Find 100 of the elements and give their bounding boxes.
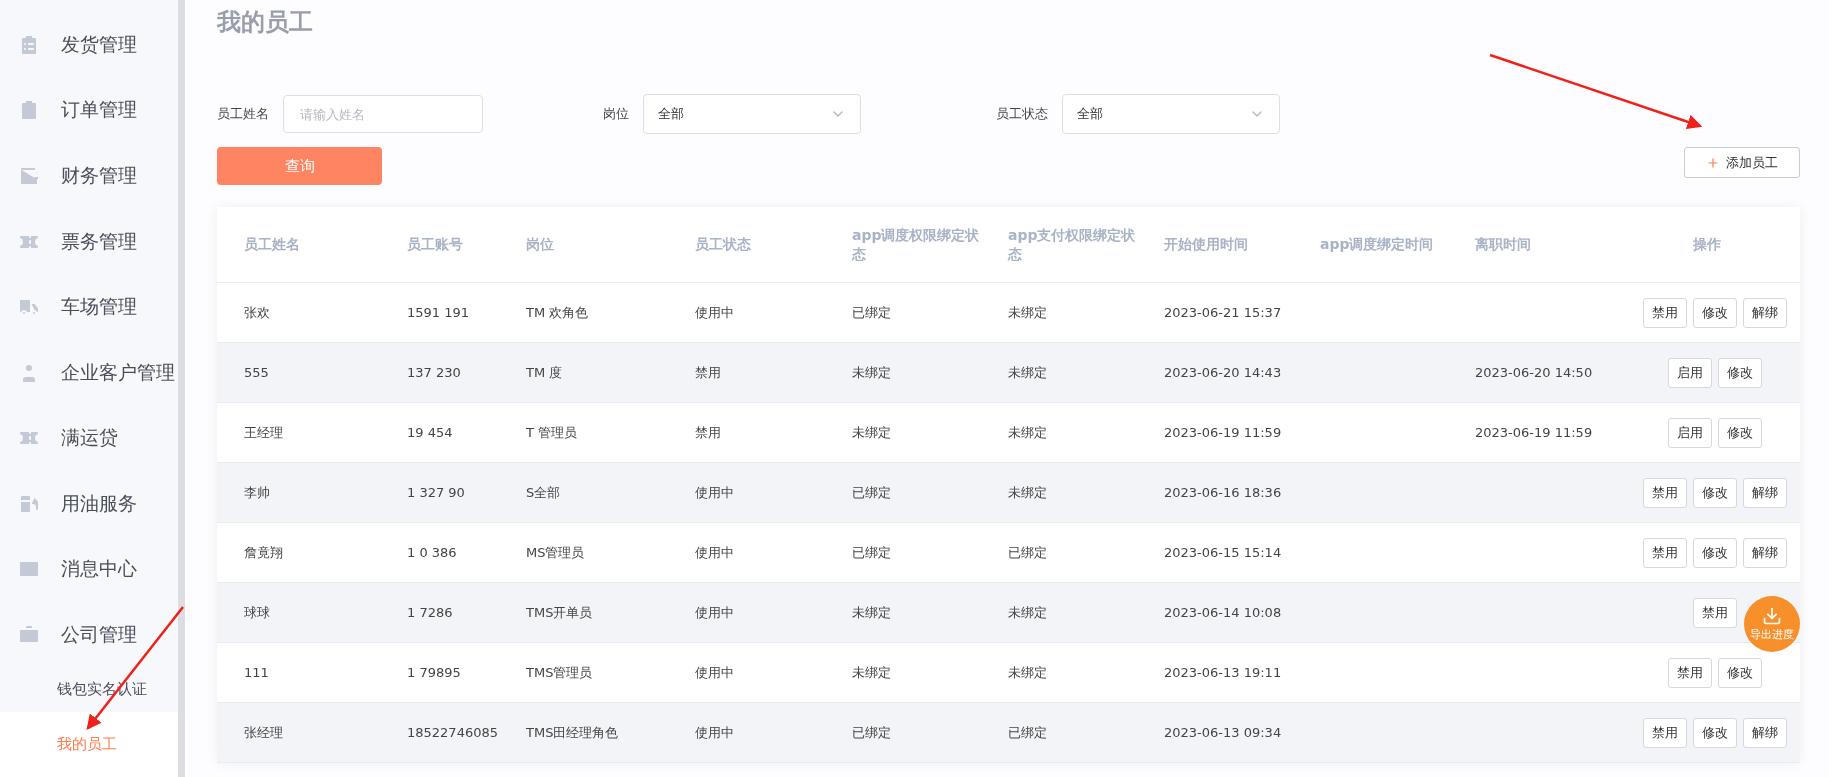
table-cell-text: 2023-06-13 19:11 xyxy=(1164,665,1283,680)
action-button[interactable]: 修改 xyxy=(1693,717,1737,748)
table-cell-text: 1 79895 xyxy=(407,665,462,680)
column-header: app调度权限绑定状态 xyxy=(852,226,981,263)
table-cell-text: 已绑定 xyxy=(852,723,892,742)
table-cell-text: 18522746085 xyxy=(407,725,499,740)
plus-icon xyxy=(1706,155,1720,170)
table-cell-text: 使用中 xyxy=(695,483,735,502)
action-button[interactable]: 修改 xyxy=(1693,537,1737,568)
table-cell-text: S全部 xyxy=(526,483,562,502)
table-cell-text: 未绑定 xyxy=(1008,363,1048,382)
table-cell-text: 2023-06-15 15:14 xyxy=(1164,545,1283,560)
table-cell-text: 使用中 xyxy=(695,663,735,682)
table-cell-text: 已绑定 xyxy=(852,483,892,502)
name-input-field[interactable]: 请输入姓名 xyxy=(283,95,483,133)
page-title: 我的员工 xyxy=(217,7,314,38)
column-header: 员工账号 xyxy=(407,235,464,254)
table-cell-text: TMS开单员 xyxy=(526,603,594,622)
action-button[interactable]: 修改 xyxy=(1693,477,1737,508)
table-cell-text: 张经理 xyxy=(244,723,284,742)
download-icon xyxy=(1762,606,1782,626)
table-cell-text: 1 7286 xyxy=(407,605,454,620)
table-cell-text: 未绑定 xyxy=(1008,423,1048,442)
table-cell-text: 19 454 xyxy=(407,425,454,440)
table-cell-text: 1 0 386 xyxy=(407,545,458,560)
action-button[interactable]: 禁用 xyxy=(1643,297,1687,328)
action-button[interactable]: 修改 xyxy=(1718,417,1762,448)
table-cell-text: 1591 191 xyxy=(407,305,471,320)
table-cell-text: 555 xyxy=(244,365,270,380)
filter-label: 员工状态 xyxy=(996,105,1048,123)
table-cell-text: 已绑定 xyxy=(852,543,892,562)
table-cell-text: 使用中 xyxy=(695,723,735,742)
table-cell-text: 未绑定 xyxy=(1008,663,1048,682)
column-header: app调度绑定时间 xyxy=(1320,235,1435,254)
table-cell-text: 已绑定 xyxy=(1008,543,1048,562)
table-cell-text: 禁用 xyxy=(695,363,722,382)
table-cell-text: 2023-06-13 09:34 xyxy=(1164,725,1283,740)
action-button[interactable]: 解绑 xyxy=(1743,297,1787,328)
action-button[interactable]: 修改 xyxy=(1718,357,1762,388)
action-button[interactable]: 禁用 xyxy=(1643,717,1687,748)
filter-label: 岗位 xyxy=(603,105,629,123)
dropdown[interactable]: 全部 xyxy=(643,94,861,134)
table-cell-text: 张欢 xyxy=(244,303,271,322)
table-cell-text: 1 327 90 xyxy=(407,485,466,500)
table-cell-text: TM 度 xyxy=(526,363,564,382)
table-cell-text: 未绑定 xyxy=(1008,603,1048,622)
sidebar-item[interactable]: 车场管理 xyxy=(0,274,178,340)
column-header: 操作 xyxy=(1692,235,1722,254)
column-header: 员工姓名 xyxy=(244,235,301,254)
table-cell-text: 111 xyxy=(244,665,270,680)
table-cell-text: 使用中 xyxy=(695,543,735,562)
sidebar-item[interactable]: 财务管理 xyxy=(0,143,178,209)
action-button[interactable]: 禁用 xyxy=(1643,477,1687,508)
column-header: 员工状态 xyxy=(695,235,752,254)
action-button[interactable]: 禁用 xyxy=(1643,537,1687,568)
table-cell-text: 2023-06-20 14:50 xyxy=(1475,365,1594,380)
action-button[interactable]: 解绑 xyxy=(1743,537,1787,568)
sidebar-item[interactable]: 公司管理 xyxy=(0,602,178,668)
table-cell-text: TMS田经理角色 xyxy=(526,723,620,742)
table-cell-text: 未绑定 xyxy=(852,663,892,682)
column-header: app支付权限绑定状态 xyxy=(1008,226,1137,263)
table-cell-text: 未绑定 xyxy=(852,363,892,382)
action-button[interactable]: 解绑 xyxy=(1743,717,1787,748)
table-cell-text: 未绑定 xyxy=(1008,483,1048,502)
table-cell-text: MS管理员 xyxy=(526,543,586,562)
table-cell-text: 詹竟翔 xyxy=(244,543,284,562)
table-cell-text: 李帅 xyxy=(244,483,271,502)
table-cell-text: 2023-06-16 18:36 xyxy=(1164,485,1283,500)
table-cell-text: 禁用 xyxy=(695,423,722,442)
table-cell-text: 2023-06-21 15:37 xyxy=(1164,305,1283,320)
action-button[interactable]: 启用 xyxy=(1668,357,1712,388)
column-header: 岗位 xyxy=(526,235,555,254)
sidebar-item[interactable]: 订单管理 xyxy=(0,77,178,144)
sidebar-item[interactable]: 消息中心 xyxy=(0,536,178,603)
table-cell-text: 2023-06-19 11:59 xyxy=(1475,425,1594,440)
sidebar-item[interactable]: 企业客户管理 xyxy=(0,339,178,406)
table-cell-text: 已绑定 xyxy=(1008,723,1048,742)
table-cell-text: 使用中 xyxy=(695,303,735,322)
table-cell-text: 球球 xyxy=(244,603,271,622)
sidebar-item[interactable]: 用油服务 xyxy=(0,471,178,537)
action-button[interactable]: 启用 xyxy=(1668,417,1712,448)
sidebar-subitem[interactable]: 钱包实名认证 xyxy=(0,667,178,712)
table-cell-text: 2023-06-19 11:59 xyxy=(1164,425,1283,440)
column-header: 开始使用时间 xyxy=(1164,235,1249,254)
sidebar-item[interactable]: 票务管理 xyxy=(0,208,178,275)
sidebar-item[interactable]: 满运贷 xyxy=(0,405,178,472)
table-cell-text: 2023-06-14 10:08 xyxy=(1164,605,1283,620)
action-button[interactable]: 修改 xyxy=(1693,297,1737,328)
action-button[interactable]: 修改 xyxy=(1718,657,1762,688)
action-button[interactable]: 禁用 xyxy=(1693,597,1737,628)
sidebar-item[interactable]: 发货管理 xyxy=(0,12,178,78)
filter-label: 员工姓名 xyxy=(217,105,269,123)
table-cell-text: 未绑定 xyxy=(852,423,892,442)
table-cell-text: 未绑定 xyxy=(1008,303,1048,322)
column-header: 离职时间 xyxy=(1475,235,1532,254)
action-button[interactable]: 禁用 xyxy=(1668,657,1712,688)
table-cell-text: TM 欢角色 xyxy=(526,303,590,322)
action-button[interactable]: 解绑 xyxy=(1743,477,1787,508)
dropdown[interactable]: 全部 xyxy=(1062,94,1280,134)
add-employee-button[interactable]: 添加员工 xyxy=(1684,147,1800,178)
